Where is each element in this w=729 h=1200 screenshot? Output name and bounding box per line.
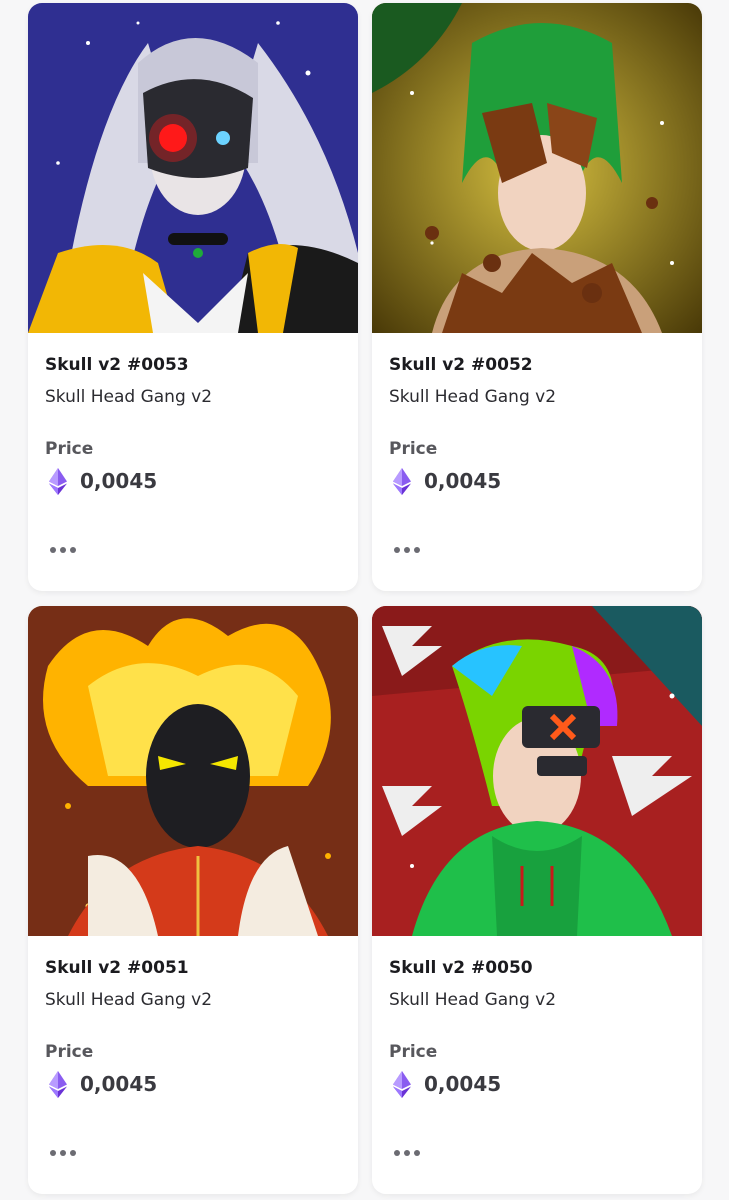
more-options-button[interactable]	[389, 1141, 429, 1165]
nft-card[interactable]: Skull v2 #0051 Skull Head Gang v2 Price …	[28, 606, 358, 1194]
collection-name[interactable]: Skull Head Gang v2	[389, 387, 556, 407]
nft-artwork[interactable]	[28, 3, 358, 333]
dot-icon	[60, 1150, 66, 1156]
nft-name[interactable]: Skull v2 #0052	[389, 355, 533, 375]
price-value: 0,0045	[80, 469, 158, 493]
nft-name[interactable]: Skull v2 #0050	[389, 958, 533, 978]
price-label: Price	[45, 439, 94, 459]
nft-artwork-image	[28, 3, 358, 333]
dot-icon	[50, 1150, 56, 1156]
ethereum-icon	[49, 468, 67, 495]
dot-icon	[404, 547, 410, 553]
nft-card[interactable]: Skull v2 #0053 Skull Head Gang v2 Price …	[28, 3, 358, 591]
nft-artwork-image	[372, 606, 702, 936]
price-value: 0,0045	[80, 1072, 158, 1096]
nft-name[interactable]: Skull v2 #0053	[45, 355, 189, 375]
nft-artwork-image	[28, 606, 358, 936]
more-options-button[interactable]	[389, 538, 429, 562]
price-label: Price	[389, 439, 438, 459]
nft-artwork-image	[372, 3, 702, 333]
nft-card[interactable]: Skull v2 #0052 Skull Head Gang v2 Price …	[372, 3, 702, 591]
ethereum-icon	[393, 468, 411, 495]
dot-icon	[414, 1150, 420, 1156]
nft-artwork[interactable]	[372, 606, 702, 936]
dot-icon	[404, 1150, 410, 1156]
collection-name[interactable]: Skull Head Gang v2	[45, 990, 212, 1010]
ethereum-icon	[49, 1071, 67, 1098]
dot-icon	[394, 547, 400, 553]
nft-card[interactable]: Skull v2 #0050 Skull Head Gang v2 Price …	[372, 606, 702, 1194]
price-label: Price	[45, 1042, 94, 1062]
collection-name[interactable]: Skull Head Gang v2	[45, 387, 212, 407]
price-value: 0,0045	[424, 469, 502, 493]
nft-artwork[interactable]	[372, 3, 702, 333]
dot-icon	[394, 1150, 400, 1156]
dot-icon	[70, 1150, 76, 1156]
dot-icon	[414, 547, 420, 553]
more-options-button[interactable]	[45, 1141, 85, 1165]
dot-icon	[70, 547, 76, 553]
nft-artwork[interactable]	[28, 606, 358, 936]
nft-name[interactable]: Skull v2 #0051	[45, 958, 189, 978]
ethereum-icon	[393, 1071, 411, 1098]
price-label: Price	[389, 1042, 438, 1062]
dot-icon	[50, 547, 56, 553]
more-options-button[interactable]	[45, 538, 85, 562]
dot-icon	[60, 547, 66, 553]
collection-name[interactable]: Skull Head Gang v2	[389, 990, 556, 1010]
price-value: 0,0045	[424, 1072, 502, 1096]
